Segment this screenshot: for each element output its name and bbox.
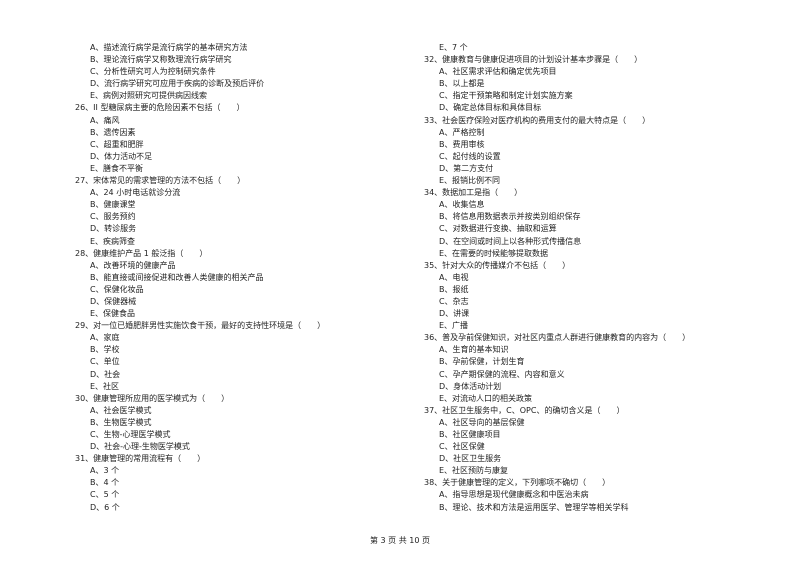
- answer-option: E、7 个: [439, 43, 468, 52]
- answer-option: A、电视: [439, 272, 469, 282]
- question-stem: 28、健康维护产品 1 般泛指（ ）: [75, 248, 208, 258]
- answer-option: B、将信息用数据表示并按类别组织保存: [439, 212, 581, 222]
- answer-option: A、收集信息: [439, 200, 485, 210]
- answer-option: D、流行病学研究可应用于疾病的诊断及预后评价: [90, 79, 265, 89]
- answer-option: D、保健器械: [90, 296, 137, 306]
- answer-option: D、社会: [90, 369, 121, 379]
- answer-option: E、社区预防与康复: [439, 466, 509, 476]
- answer-option: E、膳食不平衡: [90, 163, 144, 173]
- answer-option: E、对流动人口的相关政策: [439, 393, 533, 403]
- question-stem: 30、健康管理所应用的医学模式为（ ）: [75, 393, 230, 403]
- question-stem: 37、社区卫生服务中，C、OPC、的确切含义是（ ）: [424, 405, 625, 415]
- answer-option: A、家庭: [90, 333, 120, 343]
- answer-option: C、分析性研究可人为控制研究条件: [90, 67, 216, 77]
- answer-option: C、杂志: [439, 296, 469, 306]
- answer-option: A、社会医学模式: [90, 405, 152, 415]
- answer-option: B、社区健康项目: [439, 430, 501, 439]
- answer-option: C、生物-心理医学模式: [90, 430, 171, 439]
- answer-option: D、在空间或时间上以各种形式传播信息: [439, 236, 582, 246]
- answer-option: A、社区导向的基层保健: [439, 417, 525, 427]
- answer-option: B、以上都是: [439, 79, 485, 89]
- question-stem: 36、普及孕前保健知识，对社区内重点人群进行健康教育的内容为（ ）: [424, 333, 691, 343]
- answer-option: B、生物医学模式: [90, 417, 152, 427]
- question-stem: 34、数据加工是指（ ）: [424, 188, 523, 198]
- question-stem: 33、社会医疗保险对医疗机构的费用支付的最大特点是（ ）: [424, 115, 651, 125]
- answer-option: C、保健化妆品: [90, 284, 144, 294]
- answer-option: B、理论、技术和方法是运用医学、管理学等相关学科: [439, 502, 629, 512]
- question-stem: 32、健康教育与健康促进项目的计划设计基本步骤是（ ）: [424, 55, 643, 65]
- answer-option: A、描述流行病学是流行病学的基本研究方法: [90, 43, 248, 52]
- right-column: E、7 个 32、健康教育与健康促进项目的计划设计基本步骤是（ ） A、社区需求评估…: [424, 42, 690, 514]
- answer-option: D、6 个: [90, 502, 120, 512]
- answer-option: B、孕前保健，计划生育: [439, 357, 525, 367]
- answer-option: B、4 个: [90, 478, 120, 488]
- answer-option: D、转诊服务: [90, 224, 137, 234]
- answer-option: A、指导思想是现代健康概念和中医治未病: [439, 490, 589, 500]
- answer-option: E、在需要的时候能够提取数据: [439, 248, 549, 258]
- answer-option: E、疾病筛查: [90, 236, 136, 246]
- answer-option: C、孕产期保健的流程、内容和意义: [439, 369, 565, 379]
- answer-option: B、学校: [90, 345, 120, 355]
- question-stem: 27、宋体常见的需求管理的方法不包括（ ）: [75, 176, 246, 186]
- answer-option: E、保健食品: [90, 309, 136, 319]
- answer-option: A、社区需求评估和确定优先项目: [439, 67, 557, 77]
- answer-option: E、报销比例不同: [439, 176, 501, 186]
- answer-option: B、报纸: [439, 284, 469, 294]
- answer-option: E、广播: [439, 321, 469, 331]
- answer-option: C、单位: [90, 357, 120, 367]
- page-number-footer: 第 3 页 共 10 页: [370, 536, 430, 545]
- answer-option: D、第二方支付: [439, 163, 494, 173]
- answer-option: D、社会-心理-生物医学模式: [90, 442, 190, 452]
- answer-option: C、超重和肥胖: [90, 139, 144, 149]
- answer-option: D、讲课: [439, 309, 470, 319]
- answer-option: D、社区卫生服务: [439, 454, 502, 464]
- answer-option: A、3 个: [90, 466, 120, 476]
- left-column: A、描述流行病学是流行病学的基本研究方法 B、理论流行病学又称数理流行病学研究 C、…: [75, 42, 325, 514]
- answer-option: B、健康课堂: [90, 200, 136, 210]
- answer-option: B、遗传因素: [90, 127, 136, 137]
- answer-option: D、身体活动计划: [439, 381, 502, 391]
- answer-option: D、体力活动不足: [90, 151, 153, 161]
- question-stem: 26、II 型糖尿病主要的危险因素不包括（ ）: [75, 103, 245, 113]
- question-stem: 31、健康管理的常用流程有（ ）: [75, 454, 206, 464]
- answer-option: C、指定干预策略和制定计划实施方案: [439, 91, 573, 101]
- answer-option: A、24 小时电话就诊分流: [90, 188, 181, 198]
- answer-option: C、对数据进行变换、抽取和运算: [439, 224, 557, 234]
- question-stem: 35、针对大众的传播媒介不包括（ ）: [424, 260, 571, 270]
- answer-option: B、能直接或间接促进和改善人类健康的相关产品: [90, 272, 264, 282]
- answer-option: C、起付线的设置: [439, 151, 501, 161]
- question-stem: 29、对一位已婚肥胖男性实施饮食干预，最好的支持性环境是（ ）: [75, 321, 326, 331]
- answer-option: A、痛风: [90, 115, 120, 125]
- answer-option: B、费用审核: [439, 139, 485, 149]
- answer-option: C、社区保健: [439, 442, 485, 452]
- answer-option: A、生育的基本知识: [439, 345, 509, 355]
- answer-option: E、社区: [90, 381, 120, 391]
- answer-option: E、病例对照研究可提供病因线索: [90, 91, 208, 101]
- answer-option: A、改善环境的健康产品: [90, 260, 176, 270]
- answer-option: C、服务预约: [90, 212, 136, 222]
- answer-option: D、确定总体目标和具体目标: [439, 103, 542, 113]
- question-stem: 38、关于健康管理的定义，下列哪项不确切（ ）: [424, 478, 611, 488]
- answer-option: A、严格控制: [439, 127, 485, 137]
- answer-option: B、理论流行病学又称数理流行病学研究: [90, 55, 232, 65]
- answer-option: C、5 个: [90, 490, 120, 500]
